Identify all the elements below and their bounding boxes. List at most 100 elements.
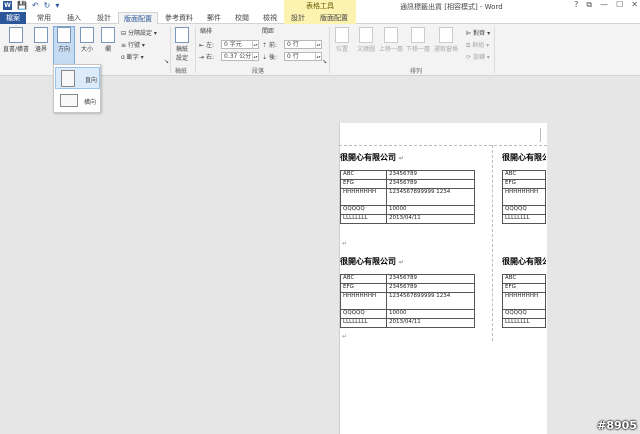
table-cell[interactable]: EFG [502, 179, 546, 189]
tab-table-design[interactable]: 設計 [284, 12, 312, 24]
tab-references[interactable]: 參考資料 [160, 12, 198, 24]
indent-left-input[interactable]: 0 字元 ▴▾ [221, 40, 259, 49]
table-row: QQQQQ [502, 205, 546, 215]
table-cell[interactable]: HHHHHHHH [340, 292, 387, 310]
help-button[interactable]: ? [574, 0, 578, 10]
table-cell[interactable]: 10000 [386, 205, 475, 215]
spinner-icon[interactable]: ▴▾ [252, 53, 258, 60]
rotate-button[interactable]: ⟳ 旋轉 ▾ [466, 52, 490, 61]
bring-forward-icon [384, 27, 398, 43]
minimize-button[interactable]: — [600, 0, 608, 10]
tab-view[interactable]: 檢視 [256, 12, 284, 24]
table-tools-context-title: 表格工具 [284, 0, 356, 12]
rotate-label: 旋轉 [472, 54, 485, 61]
table-cell[interactable]: LLLLLLLL [502, 318, 546, 328]
manuscript-settings-button[interactable]: 稿紙 設定 [173, 27, 191, 62]
indent-left-icon: ⇤ 左: [199, 42, 214, 49]
orientation-button[interactable]: 方向 [53, 26, 75, 66]
table-cell[interactable]: EFG [340, 283, 387, 293]
redo-icon[interactable]: ↻ [44, 1, 51, 10]
tab-home[interactable]: 常用 [30, 12, 58, 24]
company-name-text: 很開心有限公司 [340, 257, 396, 266]
label-card[interactable]: 很開心有限公司 ABC EFG HHHHHHHH QQQQQ LLLLLLLL [502, 256, 546, 328]
table-row: LLLLLLLL [502, 318, 546, 328]
label-table: ABC 23456789 EFG 23456789 HHHHHHHH 12345678… [340, 170, 475, 224]
table-cell[interactable]: 2013/04/11 [386, 318, 475, 328]
table-cell[interactable]: 23456789 [386, 179, 475, 189]
wrap-text-button[interactable]: 文繞圖 [355, 27, 377, 53]
indent-right-icon: ⇥ 右: [199, 54, 214, 61]
table-cell[interactable]: QQQQQ [502, 309, 546, 319]
position-button[interactable]: 位置 [333, 27, 351, 53]
margins-button[interactable]: 邊界 [32, 27, 50, 53]
spacing-before-input[interactable]: 0 行 ▴▾ [284, 40, 322, 49]
send-backward-button[interactable]: 下移一層 [405, 27, 431, 53]
spacing-after-input[interactable]: 0 行 ▴▾ [284, 52, 322, 61]
table-cell[interactable]: EFG [502, 283, 546, 293]
table-cell[interactable]: 2013/04/11 [386, 214, 475, 224]
word-logo-icon: W [3, 1, 12, 10]
table-cell[interactable]: QQQQQ [340, 205, 387, 215]
orientation-portrait-option[interactable]: 直向 [55, 67, 100, 89]
table-cell[interactable]: QQQQQ [340, 309, 387, 319]
table-row: LLLLLLLL [502, 214, 546, 224]
hyphenation-button[interactable]: ɑ 斷字 ▾ [121, 52, 144, 61]
tab-file[interactable]: 檔案 [0, 12, 26, 24]
table-row: EFG [502, 283, 546, 293]
tab-design[interactable]: 設計 [90, 12, 118, 24]
table-cell[interactable]: LLLLLLLL [340, 318, 387, 328]
selection-pane-button[interactable]: 選取窗格 [432, 27, 460, 53]
orientation-icon [57, 27, 71, 43]
table-cell[interactable]: EFG [340, 179, 387, 189]
spinner-icon[interactable]: ▴▾ [252, 41, 258, 48]
text-direction-button[interactable]: 直書/橫書 [2, 27, 30, 53]
page-setup-launcher-icon[interactable]: ↘ [164, 58, 169, 65]
tab-review[interactable]: 校閱 [228, 12, 256, 24]
bring-forward-button[interactable]: 上移一層 [378, 27, 404, 53]
table-cell[interactable]: 23456789 [386, 170, 475, 180]
align-button[interactable]: ⊫ 對齊 ▾ [466, 28, 490, 37]
table-row: ABC 23456789 [340, 170, 475, 180]
ribbon-display-button[interactable]: ⧉ [586, 0, 592, 10]
line-numbers-button[interactable]: ≡ 行號 ▾ [121, 40, 145, 49]
table-cell[interactable]: 23456789 [386, 283, 475, 293]
orientation-landscape-option[interactable]: 橫向 [55, 90, 100, 112]
table-cell[interactable]: ABC [340, 274, 387, 284]
undo-icon[interactable]: ↶ [32, 1, 39, 10]
tab-mailings[interactable]: 郵件 [200, 12, 228, 24]
maximize-button[interactable]: ☐ [616, 0, 623, 10]
line-numbers-label: 行號 [127, 42, 140, 49]
label-card[interactable]: 很開心有限公司 ABC EFG HHHHHHHH QQQQQ LLLLLLLL [502, 152, 546, 224]
save-icon[interactable]: 💾 [17, 1, 27, 10]
spinner-icon[interactable]: ▴▾ [315, 53, 321, 60]
table-cell[interactable]: ABC [502, 170, 546, 180]
spacing-after-icon: ⇣ 後: [262, 54, 277, 61]
indent-right-input[interactable]: 0.37 公分 ▴▾ [221, 52, 259, 61]
customize-qat-icon[interactable]: ▾ [55, 1, 59, 10]
breaks-button[interactable]: ⊟ 分隔設定 ▾ [121, 28, 157, 37]
table-cell[interactable]: ABC [340, 170, 387, 180]
table-cell[interactable]: HHHHHHHH [502, 292, 546, 310]
paragraph-launcher-icon[interactable]: ↘ [322, 58, 327, 65]
tab-insert[interactable]: 插入 [60, 12, 88, 24]
table-cell[interactable]: ABC [502, 274, 546, 284]
close-button[interactable]: ✕ [631, 0, 638, 10]
label-card[interactable]: 很開心有限公司 ↵ ABC 23456789 EFG 23456789 HHHHHH… [340, 152, 475, 224]
table-cell[interactable]: 23456789 [386, 274, 475, 284]
table-cell[interactable]: 1234567899999 1234 [386, 292, 475, 310]
spinner-icon[interactable]: ▴▾ [315, 41, 321, 48]
columns-button[interactable]: 欄 [99, 27, 117, 53]
indent-left-value: 0 字元 [224, 41, 242, 48]
label-card[interactable]: 很開心有限公司 ↵ ABC 23456789 EFG 23456789 HHHHHH… [340, 256, 475, 328]
table-cell[interactable]: QQQQQ [502, 205, 546, 215]
table-cell[interactable]: HHHHHHHH [502, 188, 546, 206]
table-cell[interactable]: HHHHHHHH [340, 188, 387, 206]
table-cell[interactable]: LLLLLLLL [340, 214, 387, 224]
table-cell[interactable]: 10000 [386, 309, 475, 319]
table-cell[interactable]: 1234567899999 1234 [386, 188, 475, 206]
tab-table-layout[interactable]: 版面配置 [312, 12, 356, 24]
size-button[interactable]: 大小 [78, 27, 96, 53]
group-button[interactable]: ⧉ 群組 ▾ [466, 40, 489, 50]
table-cell[interactable]: LLLLLLLL [502, 214, 546, 224]
table-row: EFG [502, 179, 546, 189]
